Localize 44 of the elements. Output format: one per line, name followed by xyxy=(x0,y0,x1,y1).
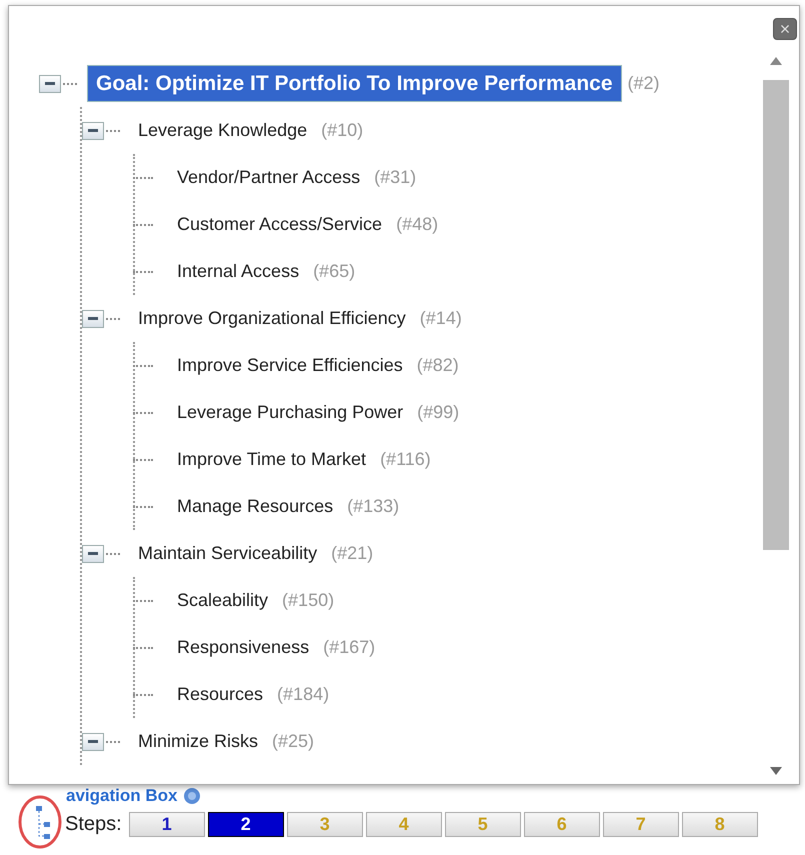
node-number: (#48) xyxy=(396,213,438,236)
node-number: (#21) xyxy=(331,542,374,565)
tree-node-label[interactable]: Internal Access xyxy=(169,256,308,287)
node-number: (#82) xyxy=(416,354,459,377)
node-number: (#116) xyxy=(380,448,431,471)
tree-node-label[interactable]: Scaleability xyxy=(169,585,276,616)
scroll-up-icon[interactable] xyxy=(769,56,783,66)
step-button[interactable]: 1 xyxy=(128,812,205,836)
node-number: (#10) xyxy=(321,119,364,142)
section-title: avigation Box xyxy=(66,787,178,805)
tree-node-label[interactable]: Responsiveness xyxy=(169,632,318,663)
collapse-toggle[interactable] xyxy=(39,74,61,92)
steps-label: Steps: xyxy=(65,812,122,837)
node-number: (#133) xyxy=(347,495,400,518)
tree-node-label[interactable]: Vendor/Partner Access xyxy=(169,162,368,193)
tree-node-label[interactable]: Leverage Purchasing Power xyxy=(169,397,412,428)
tree-node-label[interactable]: Manage Resources xyxy=(169,491,342,522)
node-number: (#31) xyxy=(374,166,416,189)
tree-node-label[interactable]: Resources xyxy=(169,679,272,710)
help-icon[interactable] xyxy=(183,787,202,805)
node-number: (#167) xyxy=(323,636,376,659)
tree-node-label[interactable]: Customer Access/Service xyxy=(169,209,390,240)
node-number: (#99) xyxy=(417,401,460,424)
node-number: (#14) xyxy=(420,307,462,330)
node-number: (#2) xyxy=(628,72,660,95)
tree-node-label[interactable]: Goal: Optimize IT Portfolio To Improve Performance xyxy=(87,64,622,102)
scrollbar-thumb[interactable] xyxy=(763,80,789,550)
step-button[interactable]: 2 xyxy=(208,812,284,836)
node-number: (#184) xyxy=(277,683,330,706)
tree-node-label[interactable]: Leverage Knowledge xyxy=(130,115,316,146)
collapse-toggle[interactable] xyxy=(82,310,104,328)
collapse-toggle[interactable] xyxy=(82,732,104,750)
close-button[interactable]: × xyxy=(773,18,797,40)
tree-node-label[interactable]: Minimize Risks xyxy=(130,726,266,757)
scroll-down-icon[interactable] xyxy=(769,766,783,776)
tree-node-label[interactable]: Maintain Serviceability xyxy=(130,538,326,569)
collapse-toggle[interactable] xyxy=(82,122,104,140)
collapse-toggle[interactable] xyxy=(82,544,104,562)
node-number: (#150) xyxy=(282,589,334,612)
node-number: (#65) xyxy=(313,260,356,283)
node-number: (#25) xyxy=(272,730,314,753)
tree-node-label[interactable]: Improve Time to Market xyxy=(169,444,374,475)
tree-node-label[interactable]: Improve Service Efficiencies xyxy=(169,350,411,381)
tree-node-label[interactable]: Improve Organizational Efficiency xyxy=(130,303,414,334)
